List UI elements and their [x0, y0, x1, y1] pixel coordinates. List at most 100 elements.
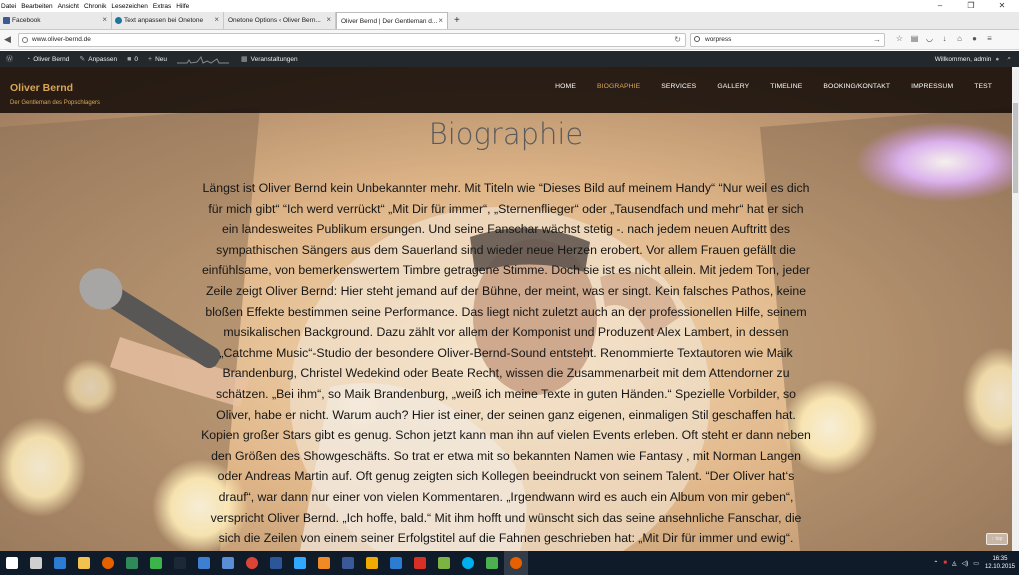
app-green-icon[interactable] — [120, 551, 144, 575]
menu-datei[interactable]: Datei — [1, 3, 16, 10]
search-icon — [694, 36, 700, 42]
app-image-icon[interactable] — [432, 551, 456, 575]
new-tab-button[interactable]: + — [454, 12, 460, 29]
customize-link[interactable]: ✎ Anpassen — [79, 55, 118, 64]
close-tab-icon[interactable]: × — [326, 15, 331, 24]
wordpress-logo-icon[interactable]: Ⓦ — [6, 54, 16, 64]
tab-text-anpassen[interactable]: Text anpassen bei Onetone × — [112, 12, 224, 29]
clock-date: 12.10.2015 — [984, 564, 1015, 570]
menu-lesezeichen[interactable]: Lesezeichen — [111, 3, 148, 10]
site-logo[interactable]: Oliver Bernd — [10, 82, 73, 94]
nav-test[interactable]: TEST — [974, 83, 992, 90]
explorer-icon[interactable] — [72, 551, 96, 575]
page-scrollbar[interactable] — [1012, 67, 1019, 551]
network-icon[interactable]: ◬ — [952, 560, 957, 567]
stats-sparkline-icon[interactable] — [177, 54, 230, 64]
admin-site-name: Oliver Bernd — [33, 55, 70, 63]
app-orange-icon[interactable] — [360, 551, 384, 575]
nav-impressum[interactable]: IMPRESSUM — [911, 83, 953, 90]
firefox-active-icon[interactable] — [504, 551, 528, 575]
bookmarks-icon[interactable]: ▤ — [907, 34, 922, 43]
menu-extras[interactable]: Extras — [153, 3, 171, 10]
nav-gallery[interactable]: GALLERY — [717, 83, 749, 90]
customize-label: Anpassen — [88, 55, 118, 63]
volume-icon[interactable]: ◁) — [962, 560, 969, 567]
close-tab-icon[interactable]: × — [438, 16, 443, 25]
minimize-button[interactable]: – — [927, 0, 953, 12]
app-blue-icon[interactable] — [192, 551, 216, 575]
chat-icon[interactable]: ● — [967, 34, 982, 43]
tray-app-icon[interactable]: ■ — [943, 560, 947, 566]
download-icon[interactable]: ↓ — [937, 34, 952, 43]
app-gear-icon[interactable] — [216, 551, 240, 575]
greeting: Willkommen, admin — [934, 55, 992, 63]
pocket-icon[interactable]: ◡ — [922, 34, 937, 43]
nav-booking-kontakt[interactable]: BOOKING/KONTAKT — [823, 83, 890, 90]
menu-hilfe[interactable]: Hilfe — [176, 3, 189, 10]
app-shield-icon[interactable] — [384, 551, 408, 575]
tab-label: Text anpassen bei Onetone — [124, 17, 204, 24]
steam-icon[interactable] — [168, 551, 192, 575]
notifications-icon[interactable]: ▭ — [973, 560, 979, 567]
tab-oliver-bernd[interactable]: Oliver Bernd | Der Gentleman d... × — [336, 12, 448, 29]
new-content-link[interactable]: + Neu — [148, 56, 167, 63]
nav-biographie[interactable]: BIOGRAPHIE — [597, 83, 640, 90]
account-menu[interactable]: Willkommen, admin ● ⌕ — [935, 51, 1011, 67]
tab-label: Facebook — [12, 17, 41, 24]
windows-start-icon[interactable] — [0, 551, 24, 575]
app-square-icon[interactable] — [480, 551, 504, 575]
close-tab-icon[interactable]: × — [102, 15, 107, 24]
tab-onetone-options[interactable]: Onetone Options ‹ Oliver Bern... × — [224, 12, 336, 29]
menu-bearbeiten[interactable]: Bearbeiten — [21, 3, 52, 10]
page-title: Biographie — [428, 117, 584, 151]
close-tab-icon[interactable]: × — [214, 15, 219, 24]
tab-label: Oliver Bernd | Der Gentleman d... — [341, 17, 438, 25]
edge-icon[interactable] — [48, 551, 72, 575]
comments-count: 0 — [134, 55, 139, 63]
tray-chevron-icon[interactable]: ⌃ — [933, 560, 938, 567]
firefox-icon[interactable] — [96, 551, 120, 575]
window-controls: – ❐ ✕ — [926, 0, 1019, 12]
search-go-icon[interactable]: → — [873, 34, 881, 46]
scrollbar-thumb[interactable] — [1013, 103, 1018, 193]
menu-chronik[interactable]: Chronik — [84, 3, 106, 10]
tab-bar: Facebook × Text anpassen bei Onetone × O… — [0, 12, 1019, 30]
vlc-icon[interactable] — [312, 551, 336, 575]
clock[interactable]: 16:35 12.10.2015 — [985, 555, 1015, 571]
chrome-icon[interactable] — [240, 551, 264, 575]
menu-bar: Datei Bearbeiten Ansicht Chronik Lesezei… — [0, 0, 1019, 12]
web-page: Oliver Bernd Der Gentleman des Popschlag… — [0, 67, 1012, 551]
maximize-button[interactable]: ❐ — [958, 0, 984, 12]
system-tray: ⌃ ■ ◬ ◁) ▭ 16:35 12.10.2015 — [933, 551, 1015, 575]
site-info-icon[interactable] — [22, 37, 28, 43]
home-icon[interactable]: ⌂ — [952, 34, 967, 43]
wordpress-icon — [115, 17, 122, 24]
back-button[interactable]: ◀ — [4, 34, 11, 45]
app-w-icon[interactable] — [336, 551, 360, 575]
tab-facebook[interactable]: Facebook × — [0, 12, 112, 29]
task-view-icon[interactable] — [24, 551, 48, 575]
search-input[interactable]: worpress → — [690, 33, 885, 47]
nav-home[interactable]: HOME — [555, 83, 576, 90]
url-bar[interactable]: www.oliver-bernd.de ↻ — [18, 33, 686, 47]
menu-icon[interactable]: ≡ — [982, 34, 997, 43]
photoshop-icon[interactable] — [288, 551, 312, 575]
menu-ansicht[interactable]: Ansicht — [58, 3, 79, 10]
comments-link[interactable]: ■ 0 — [127, 56, 138, 63]
taskbar-apps — [0, 551, 528, 575]
reload-icon[interactable]: ↻ — [674, 34, 681, 46]
refresh-icon[interactable] — [144, 551, 168, 575]
scroll-to-top-button[interactable]: ↑ top — [986, 533, 1008, 545]
admin-site-link[interactable]: ◔ Oliver Bernd — [26, 56, 69, 63]
skype-icon[interactable] — [456, 551, 480, 575]
star-icon[interactable]: ☆ — [892, 34, 907, 43]
word-icon[interactable] — [264, 551, 288, 575]
search-value: worpress — [705, 36, 732, 43]
nav-services[interactable]: SERVICES — [661, 83, 696, 90]
app-red-icon[interactable] — [408, 551, 432, 575]
close-button[interactable]: ✕ — [989, 0, 1015, 12]
admin-search-icon[interactable]: ⌕ — [1007, 55, 1011, 63]
events-link[interactable]: ▦ Veranstaltungen — [241, 55, 298, 64]
wp-admin-bar: Ⓦ ◔ Oliver Bernd ✎ Anpassen ■ 0 + Neu ▦ Veran… — [0, 51, 1019, 67]
nav-timeline[interactable]: TIMELINE — [770, 83, 802, 90]
